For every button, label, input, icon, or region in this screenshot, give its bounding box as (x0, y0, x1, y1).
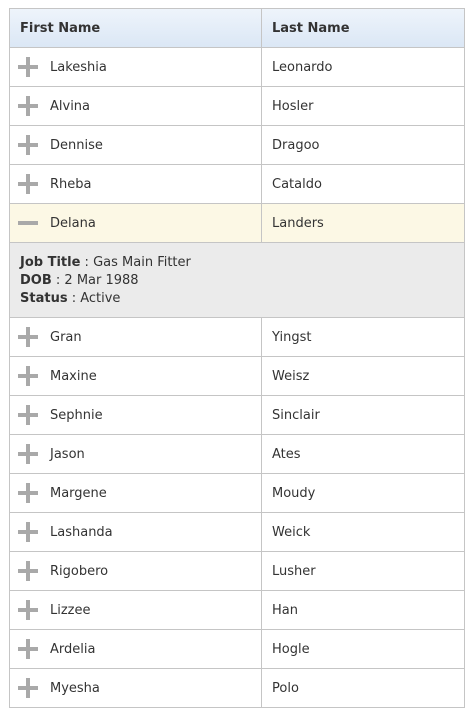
first-name-cell: Dennise (10, 126, 262, 164)
table-row[interactable]: Myesha Polo (10, 669, 464, 708)
detail-dob-label: DOB (20, 273, 52, 288)
grid-header: First Name Last Name (10, 9, 464, 48)
first-name-cell: Margene (10, 474, 262, 512)
plus-icon[interactable] (18, 405, 38, 425)
plus-icon[interactable] (18, 135, 38, 155)
first-name-cell: Gran (10, 318, 262, 356)
last-name-cell: Polo (272, 680, 299, 696)
first-name-text: Margene (50, 485, 107, 501)
plus-icon[interactable] (18, 444, 38, 464)
last-name-cell: Cataldo (272, 176, 322, 192)
minus-icon[interactable] (18, 213, 38, 233)
plus-icon[interactable] (18, 561, 38, 581)
plus-icon[interactable] (18, 678, 38, 698)
plus-icon[interactable] (18, 366, 38, 386)
first-name-text: Ardelia (50, 641, 96, 657)
table-row[interactable]: Lizzee Han (10, 591, 464, 630)
detail-status: Status : Active (20, 291, 121, 306)
column-header-first-name[interactable]: First Name (10, 9, 262, 47)
first-name-text: Lashanda (50, 524, 113, 540)
table-row[interactable]: Alvina Hosler (10, 87, 464, 126)
table-row[interactable]: Margene Moudy (10, 474, 464, 513)
table-row[interactable]: Rigobero Lusher (10, 552, 464, 591)
first-name-cell: Rheba (10, 165, 262, 203)
first-name-cell: Maxine (10, 357, 262, 395)
table-row[interactable]: Ardelia Hogle (10, 630, 464, 669)
first-name-cell: Myesha (10, 669, 262, 707)
plus-icon[interactable] (18, 57, 38, 77)
first-name-cell: Sephnie (10, 396, 262, 434)
first-name-cell: Rigobero (10, 552, 262, 590)
plus-icon[interactable] (18, 174, 38, 194)
first-name-text: Sephnie (50, 407, 103, 423)
last-name-cell: Ates (272, 446, 301, 462)
table-row[interactable]: Maxine Weisz (10, 357, 464, 396)
table-row[interactable]: Lashanda Weick (10, 513, 464, 552)
plus-icon[interactable] (18, 483, 38, 503)
last-name-cell: Lusher (272, 563, 316, 579)
first-name-text: Dennise (50, 137, 103, 153)
first-name-cell: Alvina (10, 87, 262, 125)
detail-status-label: Status (20, 291, 68, 306)
detail-job-title-label: Job Title (20, 255, 81, 270)
last-name-cell: Moudy (272, 485, 316, 501)
last-name-cell: Yingst (272, 329, 312, 345)
first-name-text: Rheba (50, 176, 92, 192)
last-name-cell: Weisz (272, 368, 310, 384)
first-name-text: Maxine (50, 368, 97, 384)
first-name-text: Alvina (50, 98, 91, 114)
detail-job-title-value: Gas Main Fitter (93, 255, 191, 270)
first-name-cell: Ardelia (10, 630, 262, 668)
table-row[interactable]: Rheba Cataldo (10, 165, 464, 204)
last-name-cell: Hogle (272, 641, 310, 657)
last-name-cell: Sinclair (272, 407, 320, 423)
first-name-cell: Lashanda (10, 513, 262, 551)
first-name-cell: Lakeshia (10, 48, 262, 86)
last-name-cell: Weick (272, 524, 311, 540)
table-row[interactable]: Lakeshia Leonardo (10, 48, 464, 87)
table-row[interactable]: Delana Landers (10, 204, 464, 243)
detail-dob-value: 2 Mar 1988 (64, 273, 139, 288)
first-name-text: Lizzee (50, 602, 91, 618)
column-header-last-name[interactable]: Last Name (262, 9, 464, 47)
employee-grid: First Name Last Name Lakeshia Leonardo Alv… (9, 8, 465, 708)
plus-icon[interactable] (18, 96, 38, 116)
plus-icon[interactable] (18, 600, 38, 620)
last-name-cell: Landers (272, 215, 324, 231)
last-name-cell: Hosler (272, 98, 314, 114)
plus-icon[interactable] (18, 522, 38, 542)
first-name-cell: Jason (10, 435, 262, 473)
first-name-text: Myesha (50, 680, 100, 696)
first-name-cell: Delana (10, 204, 262, 242)
first-name-text: Lakeshia (50, 59, 107, 75)
table-row[interactable]: Dennise Dragoo (10, 126, 464, 165)
grid-body: Lakeshia Leonardo Alvina Hosler Dennise Drago… (10, 48, 464, 708)
plus-icon[interactable] (18, 639, 38, 659)
first-name-text: Jason (50, 446, 85, 462)
first-name-cell: Lizzee (10, 591, 262, 629)
table-row[interactable]: Jason Ates (10, 435, 464, 474)
plus-icon[interactable] (18, 327, 38, 347)
last-name-cell: Han (272, 602, 298, 618)
first-name-text: Gran (50, 329, 82, 345)
detail-job-title: Job Title : Gas Main Fitter (20, 255, 191, 270)
first-name-text: Delana (50, 215, 96, 231)
detail-dob: DOB : 2 Mar 1988 (20, 273, 139, 288)
last-name-cell: Leonardo (272, 59, 333, 75)
first-name-text: Rigobero (50, 563, 109, 579)
table-row[interactable]: Sephnie Sinclair (10, 396, 464, 435)
table-row[interactable]: Gran Yingst (10, 318, 464, 357)
last-name-cell: Dragoo (272, 137, 320, 153)
row-detail-panel: Job Title : Gas Main Fitter DOB : 2 Mar 1… (10, 243, 464, 318)
detail-status-value: Active (80, 291, 121, 306)
